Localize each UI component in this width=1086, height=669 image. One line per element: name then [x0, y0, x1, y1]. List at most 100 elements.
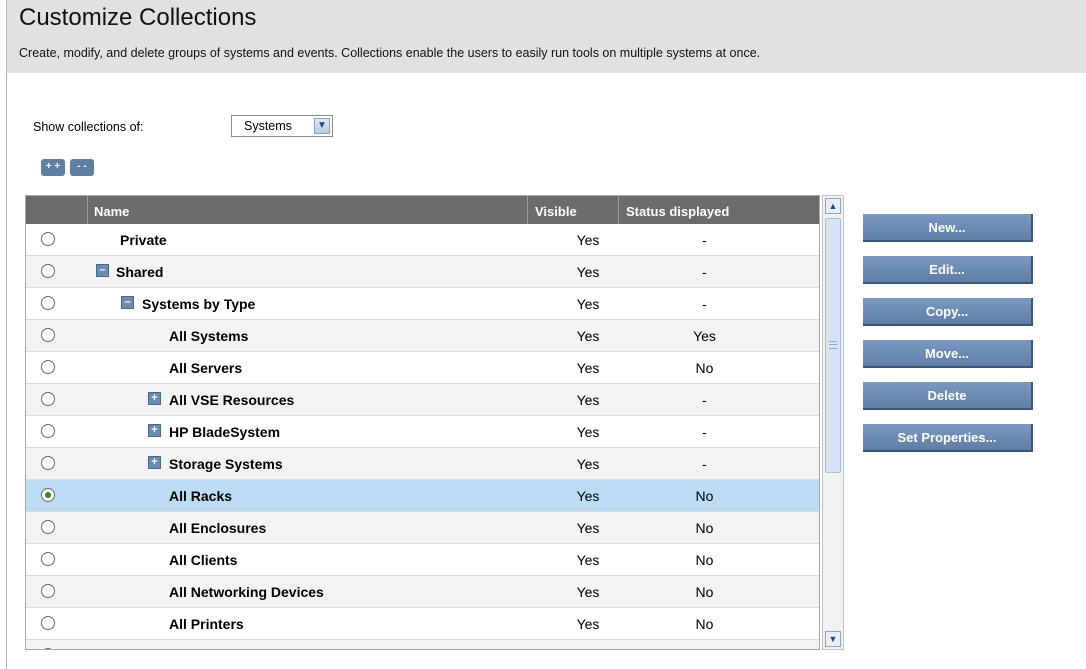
table-row[interactable]: All Systems Yes Yes — [26, 320, 819, 352]
row-status: - — [702, 264, 707, 280]
page-header: Customize Collections Create, modify, an… — [7, 0, 1086, 73]
row-status: - — [702, 456, 707, 472]
row-status: - — [702, 392, 707, 408]
row-name: All Racks — [169, 488, 233, 504]
row-radio[interactable] — [41, 328, 55, 342]
collection-type-select[interactable]: Systems ▼ — [231, 115, 333, 137]
row-name: Systems by Type — [142, 296, 256, 312]
row-status: No — [695, 360, 714, 376]
row-status: No — [695, 616, 714, 632]
collapse-icon[interactable]: – — [121, 296, 134, 309]
table-row-selected[interactable]: All Racks Yes No — [26, 480, 819, 512]
row-visible: Yes — [576, 392, 600, 408]
row-radio[interactable] — [41, 616, 55, 630]
row-visible: Yes — [576, 360, 600, 376]
show-collections-label: Show collections of: — [33, 120, 144, 134]
row-radio[interactable] — [41, 648, 55, 649]
table-row[interactable]: Private Yes - — [26, 224, 819, 256]
row-name: All Networking Devices — [169, 584, 324, 600]
table-scrollbar[interactable]: ▲ ▼ — [822, 195, 844, 650]
table-row[interactable]: + HP BladeSystem Yes - — [26, 416, 819, 448]
row-visible: Yes — [576, 328, 600, 344]
row-visible: Yes — [576, 424, 600, 440]
row-status: No — [695, 488, 714, 504]
expand-icon[interactable]: + — [148, 456, 161, 469]
expand-icon[interactable]: + — [148, 392, 161, 405]
row-name: Shared — [116, 264, 164, 280]
row-name: All VSE Resources — [169, 392, 295, 408]
chevron-down-icon[interactable]: ▼ — [314, 118, 330, 134]
scroll-down-icon[interactable]: ▼ — [825, 631, 841, 647]
row-status: - — [702, 232, 707, 248]
column-divider — [527, 196, 528, 224]
row-visible: Yes — [576, 264, 600, 280]
delete-button[interactable]: Delete — [863, 382, 1033, 410]
row-radio[interactable] — [41, 296, 55, 310]
row-status: - — [702, 424, 707, 440]
scrollbar-thumb[interactable] — [825, 218, 841, 473]
row-radio[interactable] — [41, 360, 55, 374]
row-name: Storage Systems — [169, 456, 283, 472]
move-button[interactable]: Move... — [863, 340, 1033, 368]
collections-table: Name Visible Status displayed Private Ye… — [25, 195, 820, 650]
grip-icon — [829, 341, 837, 349]
row-name: All Printers — [169, 616, 244, 632]
table-row[interactable]: All Printers Yes No — [26, 608, 819, 640]
table-row[interactable]: All Enclosures Yes No — [26, 512, 819, 544]
new-button[interactable]: New... — [863, 214, 1033, 242]
radio-dot — [45, 492, 51, 498]
table-header: Name Visible Status displayed — [26, 196, 819, 224]
column-divider — [618, 196, 619, 224]
row-status: No — [695, 552, 714, 568]
row-visible: Yes — [576, 456, 600, 472]
row-radio[interactable] — [41, 392, 55, 406]
row-radio[interactable] — [41, 424, 55, 438]
row-radio[interactable] — [41, 232, 55, 246]
set-properties-button[interactable]: Set Properties... — [863, 424, 1033, 452]
row-visible: Yes — [576, 520, 600, 536]
row-radio-selected[interactable] — [41, 488, 55, 502]
row-radio[interactable] — [41, 456, 55, 470]
table-row[interactable]: All Networking Devices Yes No — [26, 576, 819, 608]
row-visible: Yes — [576, 296, 600, 312]
row-status: No — [695, 520, 714, 536]
row-visible: Yes — [576, 552, 600, 568]
row-name: All Enclosures — [169, 520, 267, 536]
row-name: All Servers — [169, 360, 243, 376]
row-radio[interactable] — [41, 552, 55, 566]
row-visible: Yes — [576, 488, 600, 504]
row-status: No — [695, 584, 714, 600]
row-visible: Yes — [576, 232, 600, 248]
row-status: Yes — [693, 328, 716, 344]
table-row[interactable]: – Systems by Type Yes - — [26, 288, 819, 320]
table-row[interactable]: + All VSE Resources Yes - — [26, 384, 819, 416]
copy-button[interactable]: Copy... — [863, 298, 1033, 326]
expand-all-button[interactable]: + + — [41, 159, 65, 176]
collection-type-value: Systems — [244, 119, 292, 133]
expand-icon[interactable]: + — [148, 424, 161, 437]
row-visible: Yes — [576, 584, 600, 600]
page-subtitle: Create, modify, and delete groups of sys… — [19, 46, 761, 60]
row-status: - — [702, 296, 707, 312]
column-header-status[interactable]: Status displayed — [626, 204, 729, 219]
row-name: Private — [120, 232, 167, 248]
table-row[interactable]: + Storage Systems Yes - — [26, 448, 819, 480]
table-row[interactable]: – Shared Yes - — [26, 256, 819, 288]
table-row-partial[interactable] — [26, 640, 819, 649]
row-name: All Clients — [169, 552, 238, 568]
collapse-all-button[interactable]: - - — [70, 159, 94, 176]
column-divider — [87, 196, 88, 224]
row-radio[interactable] — [41, 520, 55, 534]
column-header-visible[interactable]: Visible — [535, 204, 577, 219]
row-name: HP BladeSystem — [169, 424, 281, 440]
column-header-name[interactable]: Name — [94, 204, 129, 219]
edit-button[interactable]: Edit... — [863, 256, 1033, 284]
table-row[interactable]: All Clients Yes No — [26, 544, 819, 576]
table-row[interactable]: All Servers Yes No — [26, 352, 819, 384]
row-name: All Systems — [169, 328, 249, 344]
row-radio[interactable] — [41, 264, 55, 278]
page-title: Customize Collections — [19, 4, 257, 31]
scroll-up-icon[interactable]: ▲ — [825, 198, 841, 214]
collapse-icon[interactable]: – — [96, 264, 109, 277]
row-radio[interactable] — [41, 584, 55, 598]
